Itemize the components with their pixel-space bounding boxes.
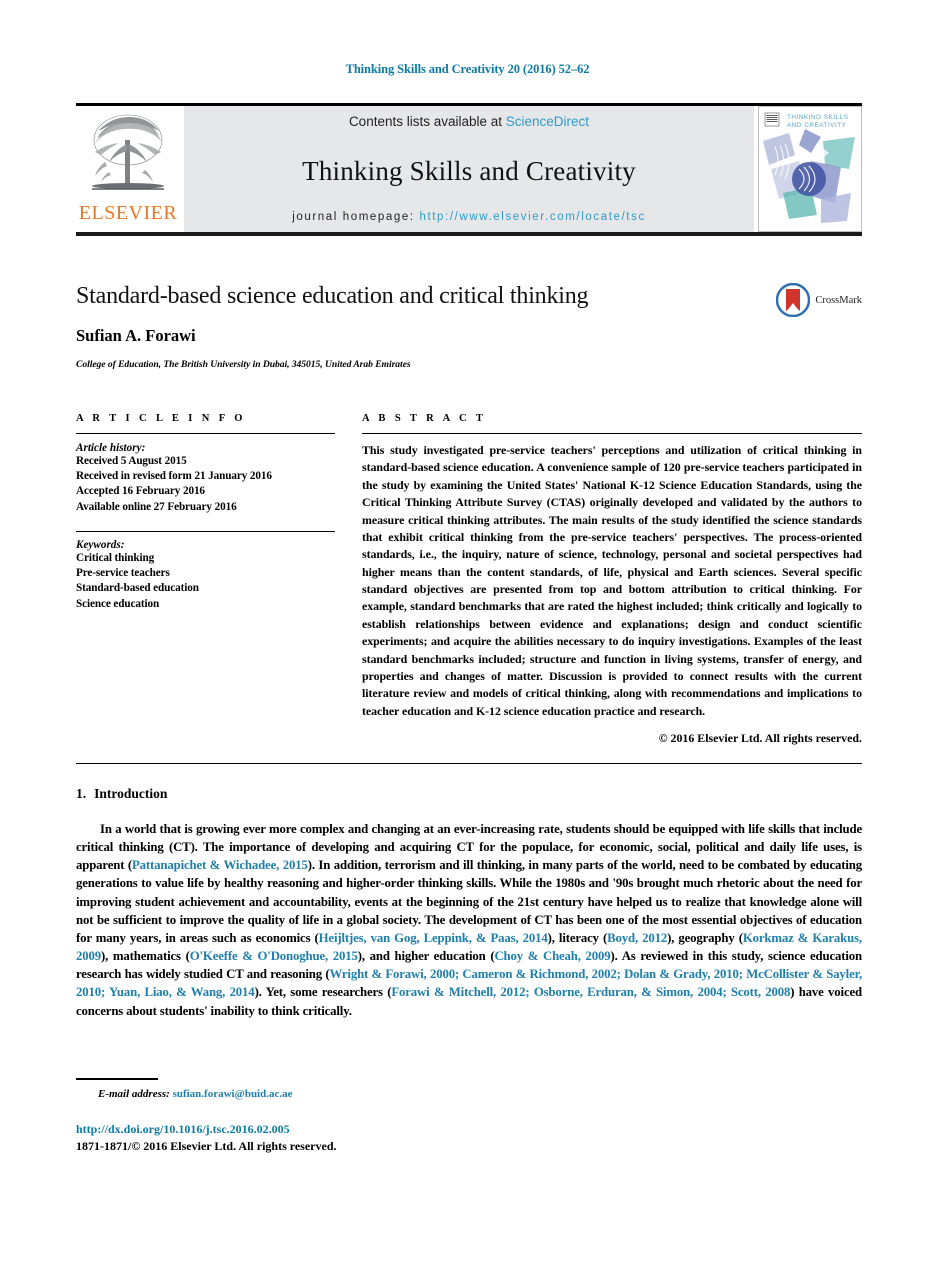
citation-link[interactable]: Pattanapichet & Wichadee, 2015 [132,858,308,872]
article-info-column: A R T I C L E I N F O Article history: R… [76,413,335,746]
author-affiliation: College of Education, The British Univer… [76,359,411,370]
keywords-rule [76,530,335,532]
masthead-body: ELSEVIER Contents lists available at Sci… [76,106,862,232]
email-footnote: E-mail address: sufian.forawi@buid.ac.ae [76,1088,496,1100]
email-link[interactable]: sufian.forawi@buid.ac.ae [173,1088,293,1100]
paragraph-text: ). Yet, some researchers ( [254,985,392,1000]
abstract-column: A B S T R A C T This study investigated … [362,413,862,746]
footnote-rule [76,1078,158,1080]
footnote-block: E-mail address: sufian.forawi@buid.ac.ae [76,1078,496,1100]
svg-text:THINKING SKILLS: THINKING SKILLS [787,114,848,121]
citation-link[interactable]: Boyd, 2012 [607,931,667,945]
masthead-bottom-rule [76,232,862,236]
paragraph-text: ), literacy ( [547,930,608,945]
citation-link[interactable]: Heijltjes, van Gog, Leppink, & Paas, 201… [319,931,548,945]
colophon-block: http://dx.doi.org/10.1016/j.tsc.2016.02.… [76,1122,576,1154]
crossmark-icon [776,283,811,317]
introduction-heading: 1. Introduction [76,786,862,802]
keyword-item: Pre-service teachers [76,567,170,580]
article-info-rule [76,433,335,434]
citation-link[interactable]: O'Keeffe & O'Donoghue, 2015 [190,949,358,963]
article-history-item: Received in revised form 21 January 2016 [76,470,272,483]
paragraph-text: ), geography ( [667,930,743,945]
article-page: Thinking Skills and Creativity 20 (2016)… [0,0,935,1266]
homepage-label: journal homepage: [292,211,420,223]
article-info-heading: A R T I C L E I N F O [76,413,246,424]
title-block: Standard-based science education and cri… [76,283,862,370]
keyword-item: Critical thinking [76,551,155,564]
journal-cover-thumbnail: THINKING SKILLS AND CREATIVITY [758,106,862,232]
publisher-logo-cell: ELSEVIER [76,106,180,232]
page-title: Standard-based science education and cri… [76,283,589,309]
section-number: 1. [76,786,87,801]
article-history-item: Available online 27 February 2016 [76,500,237,513]
keywords-label: Keywords: [76,538,125,551]
article-history-item: Accepted 16 February 2016 [76,485,205,498]
introduction-paragraph: In a world that is growing ever more com… [76,820,862,1020]
citation-link[interactable]: Choy & Cheah, 2009 [494,949,610,963]
issn-copyright-line: 1871-1871/© 2016 Elsevier Ltd. All right… [76,1139,337,1153]
citation-link[interactable]: Forawi & Mitchell, 2012; Osborne, Erdura… [391,985,790,999]
paragraph-text: ), and higher education ( [357,949,495,964]
journal-cover-art: THINKING SKILLS AND CREATIVITY [759,107,861,231]
crossmark-label: CrossMark [815,294,862,306]
abstract-rule [362,433,862,434]
section-title: Introduction [94,786,168,801]
svg-text:AND CREATIVITY: AND CREATIVITY [787,122,847,129]
paragraph-text: ), mathematics ( [101,949,190,964]
introduction-section: 1. Introduction In a world that is growin… [76,786,862,1020]
contents-lists-line: Contents lists available at ScienceDirec… [349,114,589,129]
journal-info-cell: Contents lists available at ScienceDirec… [184,106,754,232]
email-label: E-mail address: [98,1087,170,1100]
journal-homepage-line: journal homepage: http://www.elsevier.co… [292,211,646,223]
journal-masthead: ELSEVIER Contents lists available at Sci… [76,103,862,236]
crossmark-badge[interactable]: CrossMark [776,283,862,317]
body-separator-rule [76,763,862,764]
elsevier-wordmark: ELSEVIER [78,202,178,224]
keyword-item: Standard-based education [76,582,199,595]
abstract-text: This study investigated pre-service teac… [362,443,862,718]
running-head: Thinking Skills and Creativity 20 (2016)… [345,62,590,76]
abstract-heading: A B S T R A C T [362,413,487,424]
doi-link[interactable]: http://dx.doi.org/10.1016/j.tsc.2016.02.… [76,1122,576,1137]
info-abstract-columns: A R T I C L E I N F O Article history: R… [76,413,862,746]
journal-title: Thinking Skills and Creativity [302,155,636,186]
author-name: Sufian A. Forawi [76,326,196,345]
abstract-copyright: © 2016 Elsevier Ltd. All rights reserved… [658,731,862,745]
sciencedirect-link[interactable]: ScienceDirect [506,114,589,129]
article-history-label: Article history: [76,442,146,454]
article-history-item: Received 5 August 2015 [76,455,187,467]
journal-homepage-link[interactable]: http://www.elsevier.com/locate/tsc [419,211,645,223]
keyword-item: Science education [76,597,160,610]
elsevier-tree-logo [92,114,164,190]
contents-prefix: Contents lists available at [348,114,506,129]
